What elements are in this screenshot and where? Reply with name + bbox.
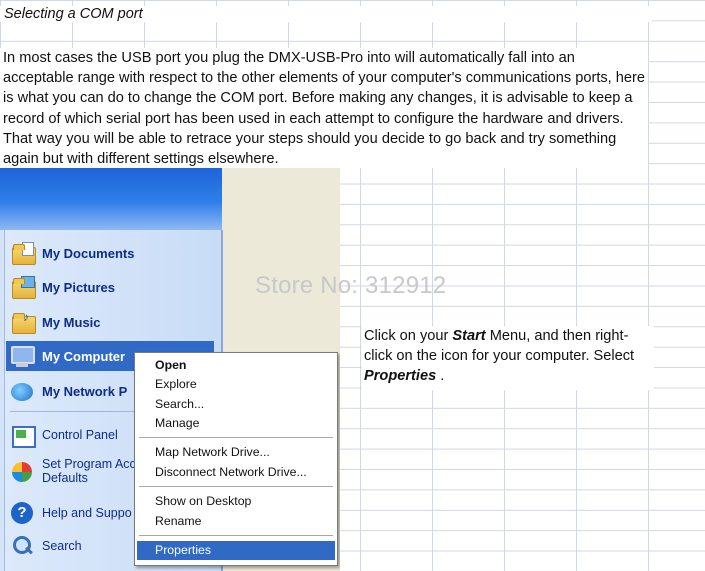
search-icon [10, 534, 36, 558]
set-program-access-icon [10, 459, 36, 483]
context-separator [139, 535, 333, 536]
context-separator [139, 486, 333, 487]
start-menu-screenshot: My Documents My Pictures ♪ My Music My C… [0, 168, 340, 571]
my-documents-icon [10, 241, 36, 265]
my-music-icon: ♪ [10, 310, 36, 334]
control-panel-icon [10, 423, 36, 448]
start-menu-header [0, 168, 222, 230]
context-item-manage[interactable]: Manage [137, 414, 335, 433]
context-separator [139, 437, 333, 438]
section-title: Selecting a COM port [0, 6, 652, 22]
context-item-rename[interactable]: Rename [137, 512, 335, 531]
my-computer-icon [10, 344, 36, 368]
my-network-places-icon [10, 379, 36, 403]
context-menu: Open Explore Search... Manage Map Networ… [134, 352, 338, 566]
context-item-map-network-drive[interactable]: Map Network Drive... [137, 443, 335, 462]
instruction-text: Click on your Start Menu, and then right… [362, 326, 654, 390]
start-item-my-music[interactable]: ♪ My Music [10, 307, 101, 337]
context-item-search[interactable]: Search... [137, 395, 335, 414]
start-item-my-documents[interactable]: My Documents [10, 238, 134, 268]
start-item-my-pictures[interactable]: My Pictures [10, 272, 115, 302]
store-watermark: Store No: 312912 [255, 272, 447, 299]
intro-paragraph: In most cases the USB port you plug the … [0, 48, 648, 168]
help-icon [10, 501, 36, 525]
start-item-help-and-support[interactable]: Help and Suppo [10, 498, 132, 528]
properties-emphasis: Properties [364, 368, 437, 385]
start-item-control-panel[interactable]: Control Panel [10, 420, 118, 450]
context-item-show-on-desktop[interactable]: Show on Desktop [137, 492, 335, 511]
context-item-properties[interactable]: Properties [137, 541, 335, 560]
start-emphasis: Start [452, 328, 486, 344]
start-item-my-network-places[interactable]: My Network P [10, 376, 127, 406]
start-item-search[interactable]: Search [10, 531, 82, 561]
context-item-explore[interactable]: Explore [137, 375, 335, 394]
context-item-open[interactable]: Open [137, 356, 335, 375]
my-pictures-icon [10, 275, 36, 299]
context-item-disconnect-network-drive[interactable]: Disconnect Network Drive... [137, 463, 335, 482]
start-item-set-program-access[interactable]: Set Program Acc Defaults [10, 454, 136, 488]
